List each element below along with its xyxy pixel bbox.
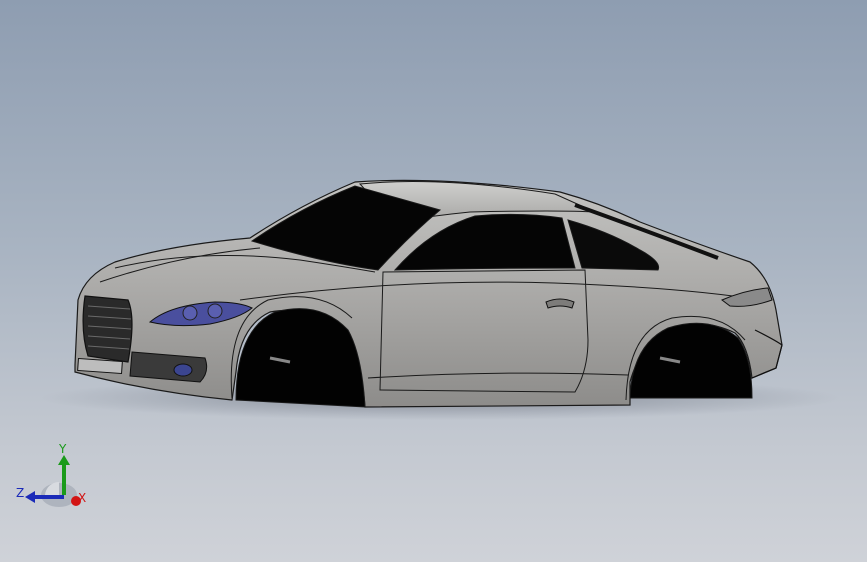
- headlight-lens-1: [182, 305, 198, 321]
- x-axis-label: X: [78, 491, 86, 505]
- z-axis-label: Z: [16, 486, 24, 500]
- y-axis-arrow: [58, 455, 70, 465]
- coordinate-triad[interactable]: Y Z X: [14, 440, 94, 515]
- graphics-viewport[interactable]: Y Z X: [0, 0, 867, 562]
- fog-light: [173, 363, 193, 377]
- headlight-lens-2: [207, 303, 223, 319]
- z-axis-arrow: [25, 491, 35, 503]
- y-axis-label: Y: [58, 442, 67, 456]
- license-plate: [77, 357, 123, 375]
- car-model-render[interactable]: [0, 0, 867, 562]
